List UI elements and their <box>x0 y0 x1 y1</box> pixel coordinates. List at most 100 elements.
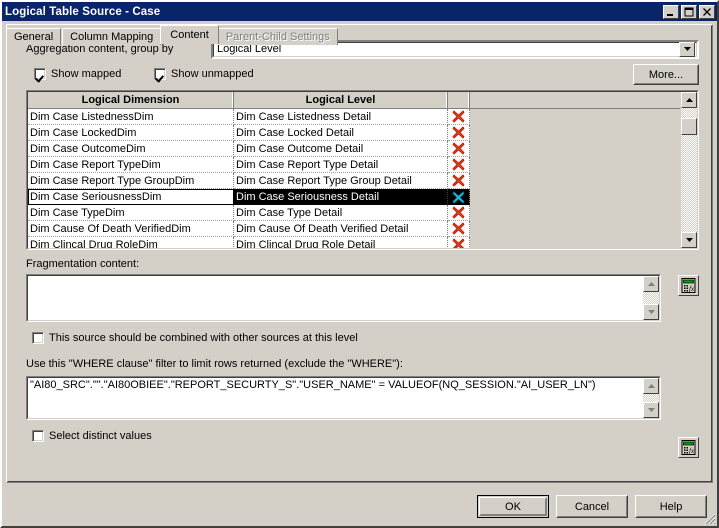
checkbox-icon <box>32 332 44 344</box>
show-unmapped-label: Show unmapped <box>171 68 254 80</box>
table-row[interactable]: Dim Clincal Drug RoleDim Dim Clincal Drug… <box>28 237 680 248</box>
red-x-icon[interactable] <box>448 205 470 221</box>
cell-logical-level[interactable]: Dim Case Report Type Detail <box>234 157 448 173</box>
grid-vertical-scrollbar[interactable] <box>680 92 697 248</box>
checkmark-icon <box>154 68 166 80</box>
scroll-up-icon[interactable] <box>681 92 697 108</box>
cell-logical-dimension[interactable]: Dim Cause Of Death VerifiedDim <box>28 221 234 237</box>
grid-scroll-track[interactable] <box>681 108 697 232</box>
cell-logical-dimension[interactable]: Dim Case Report Type GroupDim <box>28 173 234 189</box>
fragmentation-expression-builder-button[interactable]: fx <box>678 275 699 296</box>
cell-filler <box>470 221 680 237</box>
red-x-icon[interactable] <box>448 157 470 173</box>
cell-logical-level[interactable]: Dim Case Listedness Detail <box>234 109 448 125</box>
cell-filler <box>470 173 680 189</box>
tab-content[interactable]: Content <box>160 25 219 44</box>
close-button[interactable] <box>699 4 715 19</box>
cell-logical-level[interactable]: Dim Clincal Drug Role Detail <box>234 237 448 248</box>
fragmentation-content-value[interactable] <box>28 276 643 320</box>
table-row[interactable]: Dim Cause Of Death VerifiedDim Dim Cause … <box>28 221 680 237</box>
help-button-label: Help <box>659 500 683 513</box>
cell-logical-dimension[interactable]: Dim Case Report TypeDim <box>28 157 234 173</box>
cell-logical-level[interactable]: Dim Case Type Detail <box>234 205 448 221</box>
cell-logical-level[interactable]: Dim Case Report Type Group Detail <box>234 173 448 189</box>
window-title: Logical Table Source - Case <box>5 5 161 18</box>
cell-logical-dimension[interactable]: Dim Case SeriousnessDim <box>28 189 234 205</box>
scroll-down-icon[interactable] <box>643 402 659 418</box>
red-x-icon[interactable] <box>448 141 470 157</box>
help-button[interactable]: Help <box>635 495 707 518</box>
title-bar[interactable]: Logical Table Source - Case <box>2 2 717 21</box>
more-button[interactable]: More... <box>633 64 699 85</box>
resize-grip[interactable] <box>703 512 716 525</box>
cancel-button-label: Cancel <box>574 500 610 513</box>
table-row[interactable]: Dim Case LockedDim Dim Case Locked Detail <box>28 125 680 141</box>
tab-column-mapping[interactable]: Column Mapping <box>62 28 162 45</box>
more-button-label: More... <box>648 68 684 81</box>
ok-button[interactable]: OK <box>477 495 549 518</box>
select-distinct-label: Select distinct values <box>49 430 152 442</box>
table-row[interactable]: Dim Case OutcomeDim Dim Case Outcome Deta… <box>28 141 680 157</box>
fragmentation-scrollbar[interactable] <box>643 276 659 320</box>
red-x-icon[interactable] <box>448 109 470 125</box>
where-scrollbar[interactable] <box>643 378 659 418</box>
tab-strip: General Column Mapping Content Parent-Ch… <box>6 25 717 45</box>
fragmentation-content-textarea[interactable] <box>26 274 661 322</box>
column-header-logical-level[interactable]: Logical Level <box>234 92 448 109</box>
scroll-up-icon[interactable] <box>643 276 659 292</box>
svg-text:fx: fx <box>689 285 695 293</box>
column-header-filler <box>470 92 680 109</box>
checkbox-icon <box>32 430 44 442</box>
fragmentation-content-label: Fragmentation content: <box>26 258 140 270</box>
cell-logical-dimension[interactable]: Dim Case OutcomeDim <box>28 141 234 157</box>
where-expression-builder-button[interactable]: fx <box>678 437 699 458</box>
cell-logical-dimension[interactable]: Dim Case ListednessDim <box>28 109 234 125</box>
where-clause-textarea[interactable]: "AI80_SRC".""."AI80OBIEE"."REPORT_SECURT… <box>26 376 661 420</box>
grid-header-row: Logical Dimension Logical Level <box>28 92 680 109</box>
cell-logical-level[interactable]: Dim Case Locked Detail <box>234 125 448 141</box>
scroll-down-icon[interactable] <box>681 232 697 248</box>
column-header-logical-dimension[interactable]: Logical Dimension <box>28 92 234 109</box>
cell-filler <box>470 237 680 248</box>
red-x-icon[interactable] <box>448 237 470 248</box>
select-distinct-checkbox[interactable]: Select distinct values <box>32 430 152 442</box>
table-row[interactable]: Dim Case Report Type GroupDim Dim Case Re… <box>28 173 680 189</box>
column-header-actions[interactable] <box>448 92 470 109</box>
tab-parent-child-settings-label: Parent-Child Settings <box>225 30 330 43</box>
cancel-button[interactable]: Cancel <box>556 495 628 518</box>
scroll-down-icon[interactable] <box>643 304 659 320</box>
table-row[interactable]: Dim Case Report TypeDim Dim Case Report T… <box>28 157 680 173</box>
cell-logical-dimension[interactable]: Dim Clincal Drug RoleDim <box>28 237 234 248</box>
cell-filler <box>470 109 680 125</box>
cell-filler <box>470 125 680 141</box>
expression-builder-icon: fx <box>681 440 696 455</box>
show-unmapped-checkbox[interactable]: Show unmapped <box>154 68 254 80</box>
red-x-icon[interactable] <box>448 125 470 141</box>
show-mapped-checkbox[interactable]: Show mapped <box>34 68 121 80</box>
cell-filler <box>470 205 680 221</box>
cell-logical-level[interactable]: Dim Cause Of Death Verified Detail <box>234 221 448 237</box>
cell-logical-level[interactable]: Dim Case Outcome Detail <box>234 141 448 157</box>
where-clause-value[interactable]: "AI80_SRC".""."AI80OBIEE"."REPORT_SECURT… <box>28 378 643 418</box>
maximize-button[interactable] <box>681 4 697 19</box>
tab-parent-child-settings: Parent-Child Settings <box>217 28 338 45</box>
scroll-up-icon[interactable] <box>643 378 659 394</box>
combine-sources-checkbox[interactable]: This source should be combined with othe… <box>32 332 358 344</box>
table-row[interactable]: Dim Case TypeDim Dim Case Type Detail <box>28 205 680 221</box>
cyan-x-icon[interactable] <box>448 189 470 205</box>
cell-logical-level[interactable]: Dim Case Seriousness Detail <box>234 189 448 205</box>
logical-level-grid[interactable]: Logical Dimension Logical Level Dim Case… <box>26 90 699 250</box>
where-scroll-track[interactable] <box>643 394 659 402</box>
table-row[interactable]: Dim Case SeriousnessDim Dim Case Seriousn… <box>28 189 680 205</box>
grid-scroll-thumb[interactable] <box>681 117 697 135</box>
table-row[interactable]: Dim Case ListednessDim Dim Case Listednes… <box>28 109 680 125</box>
tab-general[interactable]: General <box>6 28 62 45</box>
svg-text:fx: fx <box>689 447 695 455</box>
red-x-icon[interactable] <box>448 173 470 189</box>
grid-rows: Dim Case ListednessDim Dim Case Listednes… <box>28 109 680 248</box>
cell-logical-dimension[interactable]: Dim Case TypeDim <box>28 205 234 221</box>
minimize-button[interactable] <box>663 4 679 19</box>
red-x-icon[interactable] <box>448 221 470 237</box>
cell-logical-dimension[interactable]: Dim Case LockedDim <box>28 125 234 141</box>
fragmentation-scroll-track[interactable] <box>643 292 659 304</box>
